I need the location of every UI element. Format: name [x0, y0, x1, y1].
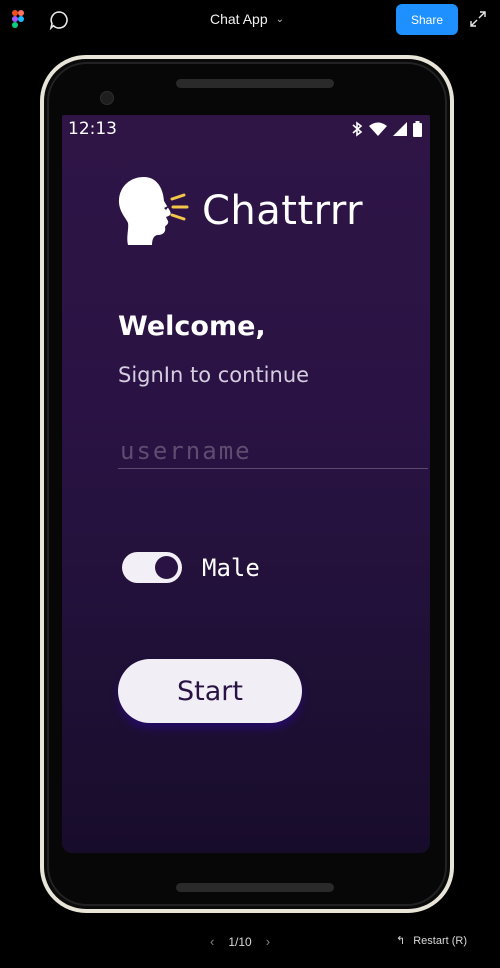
signin-subtitle: SignIn to continue	[118, 363, 310, 387]
restart-label: Restart (R)	[413, 934, 467, 947]
bluetooth-icon	[352, 121, 363, 137]
gender-label: Male	[202, 553, 260, 582]
battery-icon	[413, 121, 422, 137]
wifi-icon	[369, 122, 387, 136]
file-title: Chat App	[210, 11, 268, 27]
share-button[interactable]: Share	[396, 4, 458, 35]
bottom-speaker	[176, 883, 334, 892]
status-icons	[351, 121, 422, 137]
page-indicator: 1/10	[228, 934, 252, 949]
brand-header: Chattrrr	[114, 175, 363, 247]
front-camera	[100, 91, 114, 105]
prototype-toolbar: Chat App ⌄ Share	[0, 0, 500, 40]
app-name: Chattrrr	[202, 188, 364, 234]
expand-icon[interactable]	[469, 10, 487, 28]
gender-toggle[interactable]	[122, 552, 182, 583]
status-time: 12:13	[68, 119, 117, 139]
username-input[interactable]	[118, 433, 428, 469]
previous-frame-icon[interactable]: ‹	[210, 934, 214, 949]
start-button[interactable]: Start	[118, 659, 302, 723]
file-title-dropdown[interactable]: Chat App ⌄	[210, 11, 284, 27]
toggle-knob	[155, 556, 178, 579]
chevron-down-icon: ⌄	[275, 13, 284, 25]
next-frame-icon[interactable]: ›	[266, 934, 270, 949]
welcome-heading: Welcome,	[118, 311, 266, 342]
signal-icon	[393, 122, 407, 136]
frame-pager: ‹ 1/10 ›	[210, 934, 270, 949]
restart-button[interactable]: ↰ Restart (R)	[396, 934, 467, 948]
gender-toggle-row: Male	[122, 552, 260, 583]
chat-bubble-icon[interactable]	[49, 10, 69, 30]
figma-logo-icon[interactable]	[12, 10, 24, 28]
app-screen: 12:13 Chattrrr Welcome, SignIn to contin…	[62, 115, 430, 853]
restart-arrow-icon: ↰	[396, 935, 406, 947]
speaking-head-icon	[118, 177, 189, 245]
top-speaker	[176, 79, 334, 88]
